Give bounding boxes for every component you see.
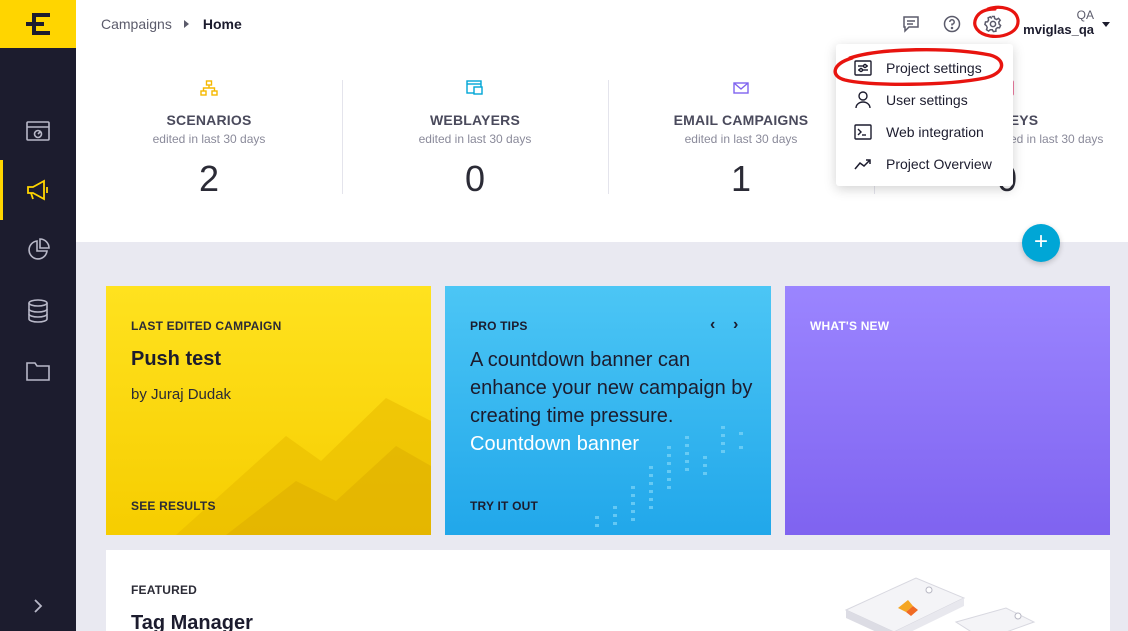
featured-label: FEATURED [131, 583, 198, 597]
sidebar-item-analyses[interactable] [0, 220, 76, 280]
featured-title[interactable]: Tag Manager [131, 612, 253, 631]
menu-item-user-settings[interactable]: User settings [836, 84, 1013, 116]
stat-title: SCENARIOS [166, 112, 252, 128]
breadcrumb-campaigns[interactable]: Campaigns [101, 16, 172, 32]
stat-title: WEBLAYERS [430, 112, 520, 128]
try-it-out-link[interactable]: TRY IT OUT [470, 499, 538, 513]
tag-illustration [844, 577, 1036, 631]
settings-button[interactable] [982, 13, 1004, 35]
envelope-icon [733, 82, 749, 94]
sidebar [0, 0, 76, 631]
whats-new-card[interactable]: WHAT'S NEW [785, 286, 1110, 535]
sliders-icon [853, 58, 873, 78]
sidebar-item-assets[interactable] [0, 341, 76, 401]
user-icon [853, 90, 873, 110]
chat-icon [903, 16, 919, 33]
user-name: mviglas_qa [1023, 21, 1094, 37]
weblayer-icon [466, 80, 483, 95]
see-results-link[interactable]: SEE RESULTS [131, 499, 216, 513]
previous-tip-button[interactable]: ‹ [710, 316, 715, 334]
last-edited-campaign-card[interactable]: LAST EDITED CAMPAIGN Push test by Juraj … [106, 286, 431, 535]
gear-icon [984, 15, 1002, 33]
breadcrumb-home: Home [202, 16, 242, 32]
stat-title: EMAIL CAMPAIGNS [673, 112, 809, 128]
settings-dropdown-menu: Project settings User settings Web integ… [836, 44, 1013, 186]
logo[interactable] [0, 0, 76, 48]
card-label: LAST EDITED CAMPAIGN [131, 319, 282, 333]
sidebar-item-campaigns[interactable] [0, 160, 76, 220]
menu-item-project-settings[interactable]: Project settings [836, 52, 1013, 84]
terminal-icon [853, 122, 873, 142]
user-role: QA [1076, 8, 1094, 22]
stat-subtitle: edited in last 30 days [684, 132, 798, 146]
megaphone-icon [27, 179, 48, 201]
tip-link[interactable]: Countdown banner [470, 433, 639, 455]
scenario-flow-icon [200, 80, 218, 96]
sidebar-expand-button[interactable] [0, 591, 76, 621]
tip-body: A countdown banner can enhance your new … [470, 349, 753, 427]
help-button[interactable] [941, 13, 963, 35]
chevron-right-icon [34, 599, 43, 613]
campaign-author: by Juraj Dudak [131, 386, 232, 403]
stat-subtitle: edited in last 30 days [418, 132, 532, 146]
help-icon [943, 15, 961, 33]
breadcrumb: Campaigns Home [101, 16, 242, 32]
menu-item-label: User settings [886, 92, 968, 108]
card-label: WHAT'S NEW [810, 319, 890, 333]
campaign-title[interactable]: Push test [131, 348, 221, 371]
card-label: PRO TIPS [470, 319, 528, 333]
stat-value: 1 [730, 158, 752, 199]
sidebar-item-dashboards[interactable] [0, 101, 76, 161]
pro-tips-card: PRO TIPS ‹ › A countdown banner can enha… [445, 286, 771, 535]
menu-item-label: Project settings [886, 60, 982, 76]
top-header: Campaigns Home QA mviglas_qa [76, 0, 1128, 48]
calendar-dashboard-icon [26, 121, 50, 141]
pie-chart-icon [28, 238, 50, 260]
menu-item-label: Web integration [886, 124, 984, 140]
stat-subtitle: edited in last 30 days [152, 132, 266, 146]
user-menu-caret-icon[interactable] [1102, 22, 1110, 27]
add-button[interactable]: + [1022, 224, 1060, 262]
menu-item-label: Project Overview [886, 156, 992, 172]
feedback-button[interactable] [900, 13, 922, 35]
menu-item-project-overview[interactable]: Project Overview [836, 148, 1013, 180]
next-tip-button[interactable]: › [733, 316, 738, 334]
sidebar-item-data[interactable] [0, 281, 76, 341]
featured-card[interactable]: FEATURED Tag Manager [106, 550, 1110, 631]
breadcrumb-separator-icon [183, 20, 189, 28]
stat-scenarios[interactable]: SCENARIOS edited in last 30 days 2 [76, 78, 342, 208]
database-icon [28, 299, 48, 323]
trend-up-icon [853, 154, 873, 174]
user-menu[interactable]: QA mviglas_qa [1023, 8, 1094, 38]
menu-item-web-integration[interactable]: Web integration [836, 116, 1013, 148]
stat-value: 0 [464, 158, 486, 199]
tip-text: A countdown banner can enhance your new … [470, 346, 760, 458]
stat-value: 2 [198, 158, 220, 199]
stat-weblayers[interactable]: WEBLAYERS edited in last 30 days 0 [342, 78, 608, 208]
stat-email-campaigns[interactable]: EMAIL CAMPAIGNS edited in last 30 days 1 [608, 78, 874, 208]
exponea-logo-icon [26, 13, 50, 35]
folder-icon [26, 362, 50, 381]
